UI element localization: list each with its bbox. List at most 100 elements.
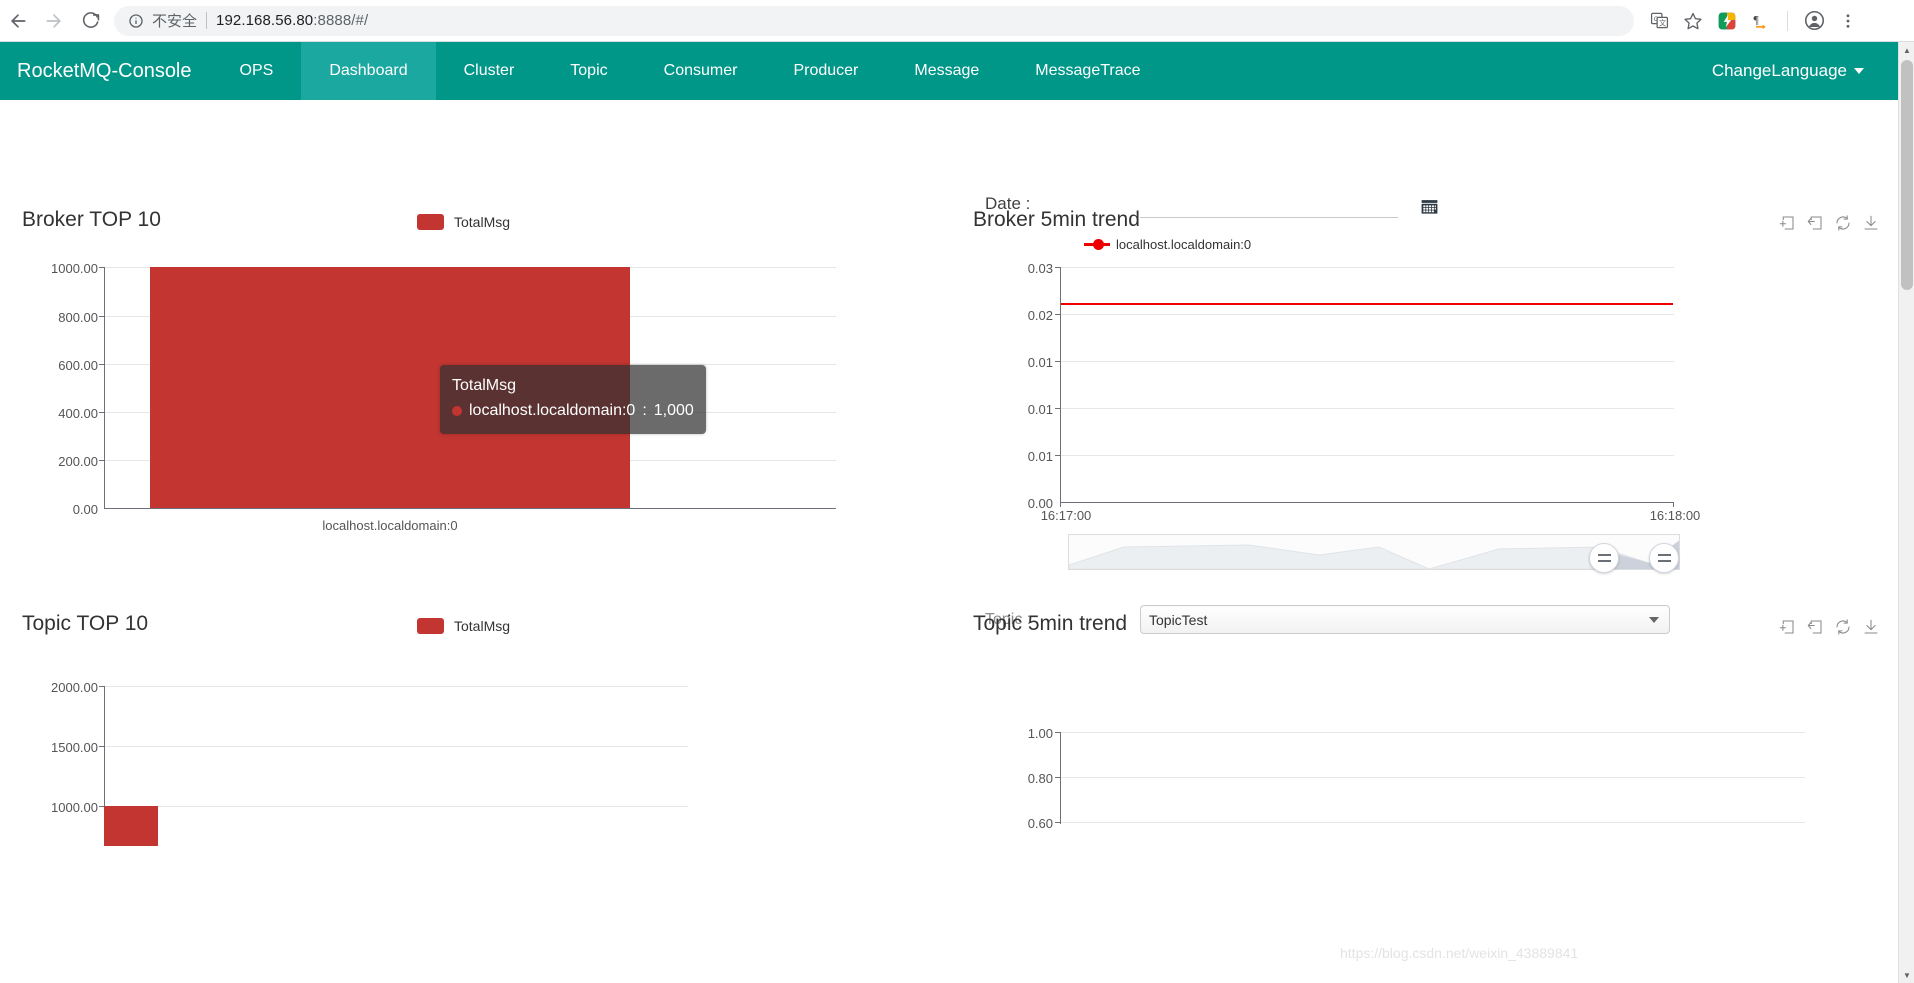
save-image-icon[interactable]	[1862, 618, 1880, 636]
y-tick-label: 1.00	[1027, 726, 1053, 741]
chart-tooltip: TotalMsg localhost.localdomain:0 : 1,000	[440, 365, 706, 434]
data-zoom-handle-right[interactable]	[1649, 543, 1679, 573]
toolbar-divider	[1787, 10, 1788, 31]
forward-button[interactable]	[36, 3, 72, 39]
y-tick-label: 2000.00	[51, 680, 98, 695]
insecure-label: 不安全	[152, 13, 198, 30]
broker-trend-toolbox	[1778, 214, 1880, 232]
translate-icon[interactable]: G文	[1644, 6, 1674, 36]
y-axis-line	[104, 267, 105, 509]
nav-item-cluster[interactable]: Cluster	[436, 42, 543, 100]
nav-item-topic[interactable]: Topic	[542, 42, 635, 100]
watermark-text: https://blog.csdn.net/weixin_43889841	[1340, 945, 1579, 961]
scrollbar-up-arrow[interactable]: ▲	[1899, 42, 1914, 58]
gridline	[1060, 408, 1674, 409]
refresh-icon[interactable]	[1834, 214, 1852, 232]
broker-top-10-legend[interactable]: TotalMsg	[417, 214, 510, 230]
y-tick-label: 0.60	[1027, 816, 1053, 831]
restore-zoom-icon[interactable]	[1806, 618, 1824, 636]
pilcrow-extension-icon[interactable]: ¶	[1746, 6, 1776, 36]
change-language-label: ChangeLanguage	[1711, 61, 1847, 80]
scrollbar-thumb[interactable]	[1901, 60, 1913, 290]
data-zoom-slider[interactable]	[1068, 534, 1680, 573]
browser-toolbar-icons: G文 ¶	[1644, 6, 1869, 36]
save-image-icon[interactable]	[1862, 214, 1880, 232]
scrollbar-down-arrow[interactable]: ▼	[1899, 967, 1914, 983]
topic-top-10-legend[interactable]: TotalMsg	[417, 618, 510, 634]
tooltip-marker-dot	[452, 406, 462, 416]
y-tick-label: 600.00	[58, 358, 98, 373]
panel-broker-5min-trend: Broker 5min trend localhost.localdomain:…	[968, 208, 1898, 638]
x-tick-label: localhost.localdomain:0	[322, 518, 458, 533]
app-brand[interactable]: RocketMQ-Console	[0, 42, 212, 100]
broker-5min-trend-title: Broker 5min trend	[973, 208, 1140, 231]
panel-topic-top-10: Topic TOP 10 TotalMsg 2000.00 1500.00 10…	[0, 612, 900, 983]
broker-5min-trend-chart[interactable]: 0.03 0.02 0.01 0.01 0.01 0.00 16:17:00 1…	[968, 260, 1898, 573]
y-tick-label: 200.00	[58, 454, 98, 469]
tooltip-row: localhost.localdomain:0 : 1,000	[452, 399, 694, 423]
gridline	[1060, 732, 1805, 733]
nav-item-message[interactable]: Message	[886, 42, 1007, 100]
trend-line-localhost[interactable]	[1061, 303, 1673, 305]
tooltip-title: TotalMsg	[452, 377, 517, 394]
back-button[interactable]	[0, 3, 36, 39]
profile-avatar-icon[interactable]	[1799, 6, 1829, 36]
page-scrollbar[interactable]: ▲ ▼	[1898, 42, 1914, 983]
broker-trend-legend[interactable]: localhost.localdomain:0	[1084, 237, 1251, 252]
data-zoom-icon[interactable]	[1778, 618, 1796, 636]
y-tick-label: 0.00	[72, 502, 98, 517]
gridline	[104, 746, 688, 747]
address-bar[interactable]: 不安全 192.168.56.80:8888/#/	[114, 5, 1634, 36]
handle-grip-icon	[1597, 554, 1611, 562]
y-axis-line	[1060, 732, 1061, 824]
restore-zoom-icon[interactable]	[1806, 214, 1824, 232]
axis-tick	[1673, 502, 1674, 507]
gridline	[1060, 822, 1805, 823]
legend-line-marker	[1084, 239, 1110, 250]
data-zoom-preview	[1069, 535, 1679, 569]
gridline	[1060, 455, 1674, 456]
y-tick-label: 400.00	[58, 406, 98, 421]
gridline	[104, 806, 688, 807]
y-tick-label: 0.80	[1027, 771, 1053, 786]
bar-topic-0[interactable]	[104, 806, 158, 846]
dashboard-content: Date : Broker TOP 10 TotalMsg 1000.00 80…	[0, 100, 1898, 983]
y-axis-line	[104, 686, 105, 826]
data-zoom-handle-left[interactable]	[1589, 543, 1619, 573]
legend-swatch-totalmsg	[417, 618, 444, 634]
site-info-icon[interactable]	[128, 13, 144, 29]
topic-top-10-title: Topic TOP 10	[22, 612, 149, 635]
y-tick-label: 0.01	[1027, 402, 1053, 417]
broker-top-10-chart[interactable]: 1000.00 800.00 600.00 400.00 200.00 0.00	[0, 260, 880, 610]
handle-grip-icon	[1657, 554, 1671, 562]
tooltip-series-name: localhost.localdomain:0	[469, 402, 636, 419]
chrome-menu-icon[interactable]	[1833, 6, 1863, 36]
gridline	[104, 686, 688, 687]
svg-text:¶: ¶	[1754, 13, 1760, 26]
topic-5min-trend-chart[interactable]: 1.00 0.80 0.60	[968, 664, 1898, 983]
x-axis-line	[1060, 502, 1674, 503]
refresh-icon[interactable]	[1834, 618, 1852, 636]
axis-tick	[1060, 502, 1061, 507]
reload-button[interactable]	[72, 3, 108, 39]
y-tick-label: 1500.00	[51, 740, 98, 755]
y-tick-label: 1000.00	[51, 800, 98, 815]
topic-top-10-chart[interactable]: 2000.00 1500.00 1000.00	[0, 664, 880, 983]
url-path: :8888/#/	[313, 12, 369, 29]
nav-item-dashboard[interactable]: Dashboard	[301, 42, 436, 100]
change-language-menu[interactable]: ChangeLanguage	[1692, 42, 1898, 100]
nav-item-messagetrace[interactable]: MessageTrace	[1007, 42, 1168, 100]
topic-5min-trend-title: Topic 5min trend	[973, 612, 1128, 635]
legend-label-totalmsg: TotalMsg	[454, 618, 511, 634]
y-tick-label: 1000.00	[51, 261, 98, 276]
legend-label-totalmsg: TotalMsg	[454, 214, 511, 230]
url-text: 192.168.56.80:8888/#/	[216, 12, 368, 29]
extension-icon[interactable]	[1712, 6, 1742, 36]
nav-item-ops[interactable]: OPS	[212, 42, 302, 100]
nav-item-producer[interactable]: Producer	[765, 42, 886, 100]
omnibox-divider	[206, 12, 208, 29]
bookmark-star-icon[interactable]	[1678, 6, 1708, 36]
data-zoom-icon[interactable]	[1778, 214, 1796, 232]
legend-swatch-totalmsg	[417, 214, 444, 230]
nav-item-consumer[interactable]: Consumer	[636, 42, 766, 100]
